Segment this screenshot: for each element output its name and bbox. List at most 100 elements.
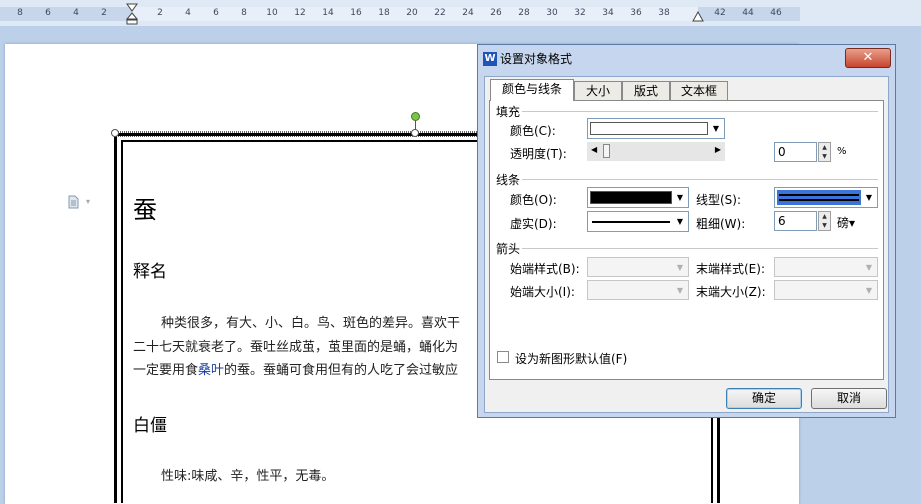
close-button[interactable]: ✕ (845, 48, 891, 68)
ruler-tick-label: 6 (45, 8, 51, 18)
begin-size-label: 始端大小(I): (510, 285, 575, 299)
begin-style-dropdown[interactable]: ▼ (587, 257, 689, 277)
transparency-input[interactable]: 0 (774, 142, 817, 162)
tab-color-and-lines[interactable]: 颜色与线条 (490, 79, 574, 101)
chevron-down-icon: ▼ (865, 263, 873, 272)
dash-type-label: 虚实(D): (510, 217, 557, 231)
chevron-down-icon[interactable]: ▾ (86, 197, 90, 206)
ruler-tick-label: 20 (406, 8, 418, 18)
paragraph-text: 的蚕。蚕蛹可食用但有的人吃了会过敏应 (224, 363, 459, 378)
set-default-label: 设为新图形默认值(F) (515, 352, 628, 366)
tab-size[interactable]: 大小 (574, 81, 622, 100)
line-style-preview (777, 190, 861, 205)
ruler-tick-label: 14 (322, 8, 334, 18)
slider-right-arrow-icon[interactable]: ▶ (715, 145, 721, 154)
end-size-dropdown[interactable]: ▼ (774, 280, 878, 300)
ruler-tick-label: 6 (213, 8, 219, 18)
right-indent-marker-icon[interactable] (692, 11, 704, 23)
ruler-tick-label: 12 (294, 8, 306, 18)
line-color-dropdown[interactable]: ▼ (587, 187, 689, 208)
ruler-tick-label: 46 (770, 8, 782, 18)
ruler-tick-label: 22 (434, 8, 446, 18)
ruler-tick-label: 2 (157, 8, 163, 18)
line-weight-input[interactable]: 6 (774, 211, 817, 231)
tab-layout[interactable]: 版式 (622, 81, 670, 100)
arrow-group-label: 箭头 (496, 242, 521, 256)
paragraph-line: 一定要用食桑叶的蚕。蚕蛹可食用但有的人吃了会过敏应 (133, 359, 458, 378)
ruler-tick-label: 38 (658, 8, 670, 18)
hyperlink[interactable]: 桑叶 (198, 363, 224, 378)
paragraph-text: 一定要用食 (133, 363, 199, 378)
fill-group-label: 填充 (496, 105, 521, 119)
format-object-dialog: W 设置对象格式 ✕ 颜色与线条 大小 版式 文本框 填充 颜色(C): ▼ 透… (477, 44, 896, 418)
group-divider (522, 179, 878, 180)
ok-button[interactable]: 确定 (726, 388, 802, 409)
line-weight-spinner[interactable]: ▲ ▼ (818, 211, 831, 231)
transparency-slider[interactable]: ◀ ▶ (587, 142, 725, 161)
app-logo-icon: W (483, 52, 497, 66)
section-heading: 白僵 (133, 416, 167, 436)
chevron-down-icon: ▼ (676, 263, 684, 272)
line-color-swatch (590, 191, 672, 204)
ruler-tick-label: 4 (73, 8, 79, 18)
line-weight-label: 粗细(W): (696, 217, 746, 231)
fill-color-dropdown[interactable]: ▼ (587, 118, 725, 139)
tab-panel: 填充 颜色(C): ▼ 透明度(T): ◀ ▶ 0 ▲ ▼ % 线条 颜色(O):… (489, 100, 884, 380)
ruler-tick-label: 42 (714, 8, 726, 18)
indent-marker-icon[interactable] (126, 3, 138, 25)
weight-unit-dropdown[interactable]: 磅▾ (837, 214, 855, 231)
resize-handle[interactable] (111, 129, 119, 137)
paragraph-line: 二十七天就衰老了。蚕吐丝成茧，茧里面的是蛹，蛹化为 (133, 340, 459, 355)
ruler-tick-label: 34 (602, 8, 614, 18)
document-options-icon[interactable] (68, 195, 79, 209)
ruler-tick-label: 28 (518, 8, 530, 18)
transparency-spinner[interactable]: ▲ ▼ (818, 142, 831, 162)
end-style-label: 末端样式(E): (696, 262, 765, 276)
document-title: 蚕 (133, 196, 157, 224)
cancel-button[interactable]: 取消 (811, 388, 887, 409)
slider-thumb[interactable] (603, 144, 610, 158)
rotation-handle[interactable] (411, 112, 420, 121)
fill-color-label: 颜色(C): (510, 124, 556, 138)
end-style-dropdown[interactable]: ▼ (774, 257, 878, 277)
ruler-tick-label: 8 (241, 8, 247, 18)
begin-size-dropdown[interactable]: ▼ (587, 280, 689, 300)
begin-style-label: 始端样式(B): (510, 262, 580, 276)
fill-color-swatch (590, 122, 708, 135)
transparency-label: 透明度(T): (510, 147, 567, 161)
section-heading: 释名 (133, 262, 167, 282)
ruler-tick-label: 10 (266, 8, 278, 18)
horizontal-ruler[interactable]: 8 6 4 2 2 4 6 8 10 12 14 16 18 20 22 24 … (0, 0, 921, 26)
group-divider (522, 111, 878, 112)
ruler-tick-label: 18 (378, 8, 390, 18)
chevron-down-icon: ▼ (865, 286, 873, 295)
dash-type-dropdown[interactable]: ▼ (587, 211, 689, 232)
ruler-tick-label: 30 (546, 8, 558, 18)
ruler-tick-label: 4 (185, 8, 191, 18)
end-size-label: 末端大小(Z): (696, 285, 766, 299)
resize-handle[interactable] (411, 129, 419, 137)
chevron-down-icon: ▼ (676, 286, 684, 295)
ruler-tick-label: 36 (630, 8, 642, 18)
ruler-tick-label: 26 (490, 8, 502, 18)
line-style-dropdown[interactable]: ▼ (774, 187, 878, 208)
set-default-checkbox[interactable] (497, 351, 509, 363)
ruler-tick-label: 8 (17, 8, 23, 18)
ruler-tick-label: 16 (350, 8, 362, 18)
tab-textbox[interactable]: 文本框 (670, 81, 728, 100)
ruler-tick-label: 2 (101, 8, 107, 18)
dialog-body: 颜色与线条 大小 版式 文本框 填充 颜色(C): ▼ 透明度(T): ◀ ▶ … (484, 76, 889, 413)
dash-preview (592, 221, 670, 223)
chevron-down-icon[interactable]: ▼ (862, 189, 876, 206)
paragraph-line: 种类很多，有大、小、白。鸟、斑色的差异。喜欢干 (161, 316, 461, 331)
chevron-down-icon[interactable]: ▼ (673, 213, 687, 230)
ruler-tick-label: 32 (574, 8, 586, 18)
slider-left-arrow-icon[interactable]: ◀ (591, 145, 597, 154)
ruler-tick-label: 24 (462, 8, 474, 18)
line-style-label: 线型(S): (696, 193, 742, 207)
line-color-label: 颜色(O): (510, 193, 557, 207)
paragraph-line: 性味:味咸、辛，性平，无毒。 (161, 469, 335, 484)
ruler-tick-label: 44 (742, 8, 754, 18)
chevron-down-icon[interactable]: ▼ (673, 189, 687, 206)
chevron-down-icon[interactable]: ▼ (709, 120, 723, 137)
